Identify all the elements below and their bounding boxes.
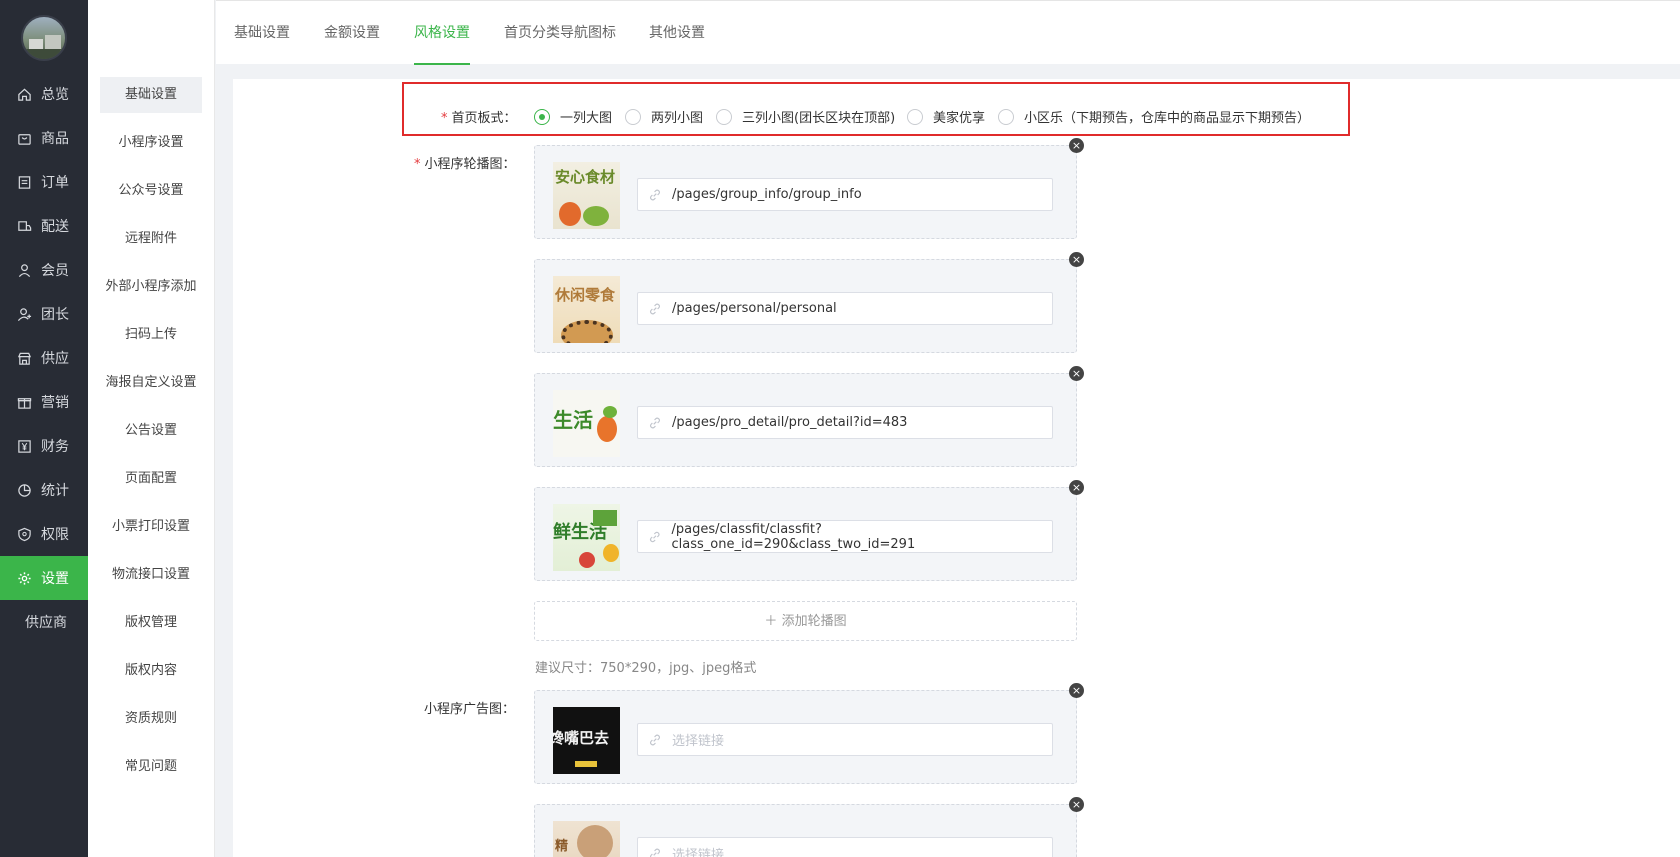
carousel-link-input[interactable]: /pages/classfit/classfit?class_one_id=29…: [637, 520, 1053, 553]
link-icon: [650, 531, 660, 542]
settings-submenu: 基础设置 小程序设置 公众号设置 远程附件 外部小程序添加 扫码上传 海报自定义…: [88, 0, 215, 857]
sidebar-item-marketing[interactable]: 营销: [0, 380, 88, 424]
ad-thumbnail[interactable]: 精: [553, 821, 620, 857]
layout-option-two-column[interactable]: 两列小图: [625, 107, 703, 126]
carousel-item: 生活 /pages/pro_detail/pro_detail?id=483 ×: [534, 366, 1084, 467]
avatar[interactable]: [21, 15, 67, 61]
order-icon: [18, 175, 31, 189]
store-icon: [17, 352, 32, 365]
pie-chart-icon: [18, 483, 31, 497]
remove-icon[interactable]: ×: [1069, 252, 1084, 267]
radio-icon: [998, 108, 1014, 125]
carousel-thumbnail[interactable]: 休闲零食: [553, 276, 620, 343]
sidebar-item-settings[interactable]: 设置: [0, 556, 88, 600]
link-icon: [650, 303, 660, 314]
delivery-icon: [18, 220, 32, 231]
submenu-item-basic[interactable]: 基础设置: [100, 77, 202, 113]
remove-icon[interactable]: ×: [1069, 366, 1084, 381]
remove-icon[interactable]: ×: [1069, 138, 1084, 153]
carousel-link-input[interactable]: /pages/group_info/group_info: [637, 178, 1053, 211]
link-icon: [650, 848, 660, 857]
submenu-item-external-miniprogram[interactable]: 外部小程序添加: [100, 269, 202, 305]
submenu-item-faq[interactable]: 常见问题: [100, 749, 202, 785]
user-icon: [18, 263, 31, 277]
main-sidebar: 总览 商品 订单 配送 会员 团长 供应 营销 财务 统计 权限 设置 供应商: [0, 0, 88, 857]
submenu-item-page-config[interactable]: 页面配置: [100, 461, 202, 497]
layout-option-one-column[interactable]: 一列大图: [534, 107, 612, 126]
settings-tabs: 基础设置 金额设置 风格设置 首页分类导航图标 其他设置: [216, 0, 1680, 65]
layout-option-three-column[interactable]: 三列小图(团长区块在顶部): [716, 107, 895, 126]
link-icon: [650, 189, 660, 200]
carousel-item: 鲜生活 /pages/classfit/classfit?class_one_i…: [534, 480, 1084, 581]
layout-label: * 首页板式：: [441, 111, 517, 126]
sidebar-item-overview[interactable]: 总览: [0, 72, 88, 116]
home-icon: [18, 88, 31, 101]
carousel-label: * 小程序轮播图：: [414, 157, 516, 172]
carousel-thumbnail[interactable]: 安心食材: [553, 162, 620, 229]
bag-icon: [18, 133, 31, 145]
radio-icon: [716, 108, 732, 125]
sidebar-item-supply[interactable]: 供应: [0, 336, 88, 380]
layout-option-xiaoqule[interactable]: 小区乐（下期预告，仓库中的商品显示下期预告）: [998, 107, 1310, 126]
yen-icon: [18, 439, 31, 453]
plus-icon: ＋: [764, 614, 782, 629]
sidebar-item-goods[interactable]: 商品: [0, 116, 88, 160]
radio-icon: [625, 108, 641, 125]
size-hint: 建议尺寸：750*290，jpg、jpeg格式: [535, 661, 757, 676]
link-icon: [650, 734, 660, 745]
ad-item: 馋嘴巴去 选择链接 ×: [534, 683, 1084, 784]
carousel-item: 休闲零食 /pages/personal/personal ×: [534, 252, 1084, 353]
leader-icon: [17, 307, 32, 321]
sidebar-item-stats[interactable]: 统计: [0, 468, 88, 512]
ad-link-input[interactable]: 选择链接: [637, 723, 1053, 756]
sidebar-item-finance[interactable]: 财务: [0, 424, 88, 468]
sidebar-item-delivery[interactable]: 配送: [0, 204, 88, 248]
gear-icon: [18, 571, 31, 585]
sidebar-item-supplier[interactable]: 供应商: [0, 600, 88, 644]
submenu-item-notice[interactable]: 公告设置: [100, 413, 202, 449]
main-nav: 总览 商品 订单 配送 会员 团长 供应 营销 财务 统计 权限 设置 供应商: [0, 72, 88, 644]
submenu-item-poster[interactable]: 海报自定义设置: [100, 365, 202, 401]
carousel-thumbnail[interactable]: 鲜生活: [553, 504, 620, 571]
tab-amount[interactable]: 金额设置: [324, 1, 380, 65]
submenu-item-copyright-manage[interactable]: 版权管理: [100, 605, 202, 641]
tab-other[interactable]: 其他设置: [649, 1, 705, 65]
add-carousel-button[interactable]: ＋ 添加轮播图: [534, 601, 1077, 641]
submenu-item-qualification[interactable]: 资质规则: [100, 701, 202, 737]
ad-item: 精 选择链接 ×: [534, 797, 1084, 857]
submenu-item-official-account[interactable]: 公众号设置: [100, 173, 202, 209]
gift-icon: [17, 397, 32, 409]
remove-icon[interactable]: ×: [1069, 480, 1084, 495]
sidebar-item-members[interactable]: 会员: [0, 248, 88, 292]
link-icon: [650, 417, 660, 428]
carousel-item: 安心食材 /pages/group_info/group_info ×: [534, 138, 1084, 239]
sidebar-item-permissions[interactable]: 权限: [0, 512, 88, 556]
sidebar-item-leaders[interactable]: 团长: [0, 292, 88, 336]
tab-basic[interactable]: 基础设置: [234, 1, 290, 65]
submenu-item-receipt-print[interactable]: 小票打印设置: [100, 509, 202, 545]
radio-icon: [907, 108, 923, 125]
carousel-link-input[interactable]: /pages/personal/personal: [637, 292, 1053, 325]
submenu-item-miniprogram[interactable]: 小程序设置: [100, 125, 202, 161]
submenu-item-copyright-content[interactable]: 版权内容: [100, 653, 202, 689]
carousel-link-input[interactable]: /pages/pro_detail/pro_detail?id=483: [637, 406, 1053, 439]
remove-icon[interactable]: ×: [1069, 683, 1084, 698]
ad-link-input[interactable]: 选择链接: [637, 837, 1053, 857]
submenu-item-remote-attachment[interactable]: 远程附件: [100, 221, 202, 257]
layout-option-meijia[interactable]: 美家优享: [907, 107, 985, 126]
sidebar-item-orders[interactable]: 订单: [0, 160, 88, 204]
submenu-item-logistics[interactable]: 物流接口设置: [100, 557, 202, 593]
remove-icon[interactable]: ×: [1069, 797, 1084, 812]
shield-icon: [18, 527, 31, 541]
carousel-thumbnail[interactable]: 生活: [553, 390, 620, 457]
tab-category-nav-icons[interactable]: 首页分类导航图标: [504, 1, 616, 65]
submenu-item-scan-upload[interactable]: 扫码上传: [100, 317, 202, 353]
ad-label: 小程序广告图：: [424, 702, 516, 717]
tab-style[interactable]: 风格设置: [414, 1, 470, 65]
radio-checked-icon: [534, 108, 550, 125]
ad-thumbnail[interactable]: 馋嘴巴去: [553, 707, 620, 774]
